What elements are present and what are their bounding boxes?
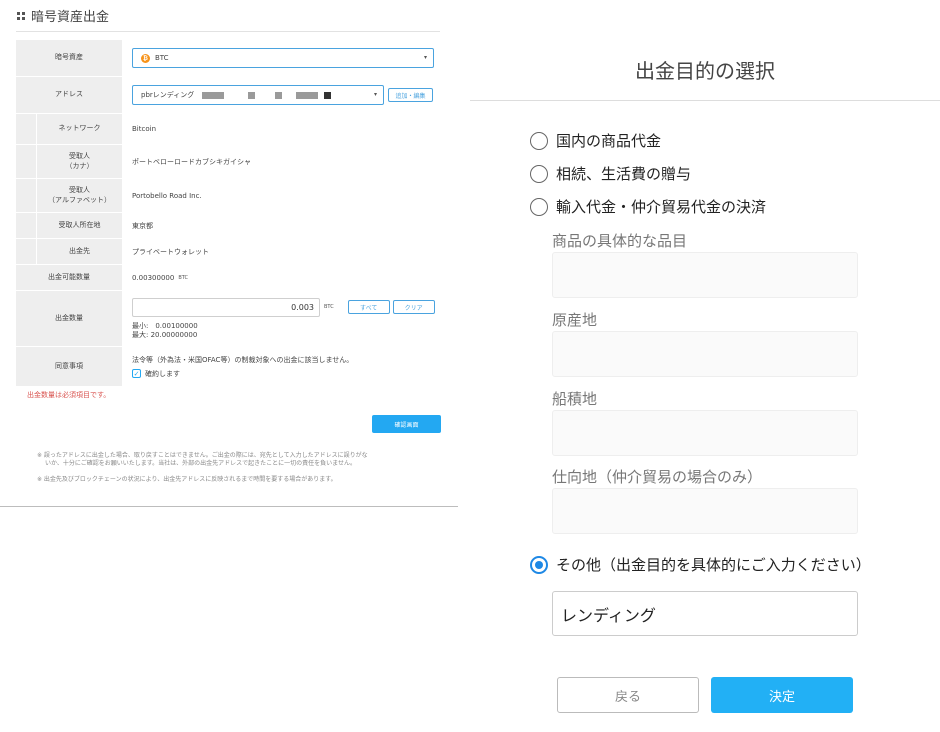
available-value: 0.00300000 <box>132 273 175 282</box>
recipient-kana-row: 受取人 （カナ） ポートベローロードカブシキガイシャ <box>16 145 440 179</box>
chevron-down-icon: ▾ <box>373 91 377 98</box>
consent-check-label: 確約します <box>145 369 180 378</box>
amount-row: 出金数量 0.003 BTC すべて クリア 最小: 0.00100000 最大… <box>16 291 440 347</box>
option-import-trade[interactable]: 輸入代金・仲介貿易代金の決済 <box>530 196 766 217</box>
error-message: 出金数量は必須項目です。 <box>27 391 111 399</box>
consent-row: 同意事項 法令等（外為法・米国OFAC等）の制裁対象への出金に該当しません。 ✓… <box>16 347 440 387</box>
amount-value: 0.003 <box>291 302 314 312</box>
field-origin-input[interactable] <box>552 331 858 377</box>
consent-checkbox[interactable]: ✓ 確約します <box>132 369 180 379</box>
clear-button[interactable]: クリア <box>392 300 435 315</box>
field-item-input[interactable] <box>552 252 858 298</box>
warning-note-1-line2: いか、十分にご確認をお願いいたします。当社は、外部の出金先アドレスで起きたことに… <box>45 460 356 468</box>
redacted-block <box>248 91 256 99</box>
other-purpose-value: レンディング <box>561 605 656 625</box>
warning-note-1: ※ 誤ったアドレスに出金した場合、取り戻すことはできません。ご出金の際には、宛先… <box>37 452 427 468</box>
network-value: Bitcoin <box>132 125 157 133</box>
page-title: 暗号資産出金 <box>17 6 109 25</box>
amount-label: 出金数量 <box>16 291 122 346</box>
recipient-alpha-row: 受取人 （アルファベット） Portobello Road Inc. <box>16 179 440 213</box>
redacted-block <box>324 91 332 99</box>
field-shipping-input[interactable] <box>552 410 858 456</box>
btc-icon: ₿ <box>141 53 150 63</box>
field-origin-label: 原産地 <box>552 311 598 329</box>
asset-value: BTC <box>155 54 169 62</box>
field-item-label: 商品の具体的な品目 <box>552 232 688 250</box>
option-domestic-goods-label: 国内の商品代金 <box>556 132 662 150</box>
option-other-label: その他（出金目的を具体的にご入力ください） <box>556 556 871 574</box>
all-button[interactable]: すべて <box>347 300 390 315</box>
field-shipping-label: 船積地 <box>552 390 598 408</box>
asset-label: 暗号資産 <box>16 40 122 76</box>
asset-row: 暗号資産 ₿ BTC ▾ <box>16 40 440 77</box>
destination-row: 出金先 プライベートウォレット <box>16 239 440 265</box>
radio-icon[interactable] <box>530 131 548 150</box>
warning-note-2: ※ 出金先及びブロックチェーンの状況により、出金先アドレスに反映されるまで時間を… <box>37 476 337 483</box>
field-destination-label: 仕向地（仲介貿易の場合のみ） <box>552 468 763 486</box>
amount-unit: BTC <box>324 304 334 311</box>
option-other[interactable]: その他（出金目的を具体的にご入力ください） <box>530 554 871 575</box>
consent-text: 法令等（外為法・米国OFAC等）の制裁対象への出金に該当しません。 <box>132 355 354 364</box>
title-divider <box>16 31 440 32</box>
option-domestic-goods[interactable]: 国内の商品代金 <box>530 130 661 151</box>
asset-select[interactable]: ₿ BTC ▾ <box>132 48 434 68</box>
dialog-divider <box>470 100 940 101</box>
page-title-text: 暗号資産出金 <box>31 10 110 25</box>
redacted-block <box>202 91 225 99</box>
address-row: アドレス pbrレンディング ▾ 追加・編集 <box>16 77 440 114</box>
max-amount: 最大: 20.00000000 <box>132 330 198 339</box>
option-inheritance[interactable]: 相続、生活費の贈与 <box>530 163 691 184</box>
address-select[interactable]: pbrレンディング ▾ <box>132 85 384 105</box>
checkbox-checked-icon[interactable]: ✓ <box>132 369 141 378</box>
grid-icon <box>17 11 25 20</box>
recipient-location-label: 受取人所在地 <box>36 213 122 238</box>
redacted-block <box>296 91 319 99</box>
address-add-edit-button[interactable]: 追加・編集 <box>388 88 433 102</box>
radio-selected-icon[interactable] <box>530 555 548 574</box>
warning-note-1-line1: ※ 誤ったアドレスに出金した場合、取り戻すことはできません。ご出金の際には、宛先… <box>37 452 368 459</box>
dialog-title: 出金目的の選択 <box>635 59 775 83</box>
recipient-location-row: 受取人所在地 東京都 <box>16 213 440 239</box>
available-label: 出金可能数量 <box>16 265 122 290</box>
recipient-location-value: 東京都 <box>132 221 153 230</box>
network-label: ネットワーク <box>36 114 122 144</box>
radio-icon[interactable] <box>530 164 548 183</box>
confirm-button[interactable]: 確認画面 <box>372 415 441 433</box>
network-row: ネットワーク Bitcoin <box>16 114 440 145</box>
recipient-kana-label: 受取人 （カナ） <box>36 145 122 178</box>
consent-label: 同意事項 <box>16 347 122 386</box>
destination-label: 出金先 <box>36 239 122 264</box>
purpose-dialog: 出金目的の選択 国内の商品代金 相続、生活費の贈与 輸入代金・仲介貿易代金の決済… <box>470 0 940 732</box>
available-unit: BTC <box>178 274 188 281</box>
address-value: pbrレンディング <box>141 91 195 99</box>
radio-icon[interactable] <box>530 197 548 216</box>
option-inheritance-label: 相続、生活費の贈与 <box>556 165 692 183</box>
withdrawal-form: 暗号資産 ₿ BTC ▾ アドレス pbrレンディング ▾ 追加・編集 ネットワ… <box>16 40 440 387</box>
available-row: 出金可能数量 0.00300000 BTC <box>16 265 440 291</box>
chevron-down-icon: ▾ <box>423 54 427 61</box>
min-amount: 最小: 0.00100000 <box>132 321 198 330</box>
recipient-alpha-label: 受取人 （アルファベット） <box>36 179 122 212</box>
recipient-alpha-value: Portobello Road Inc. <box>132 191 202 200</box>
redacted-block <box>275 91 283 99</box>
withdrawal-form-panel: 暗号資産出金 暗号資産 ₿ BTC ▾ アドレス pbrレンディング ▾ 追加・… <box>0 0 458 507</box>
ok-button[interactable]: 決定 <box>711 677 853 713</box>
field-destination-input[interactable] <box>552 488 858 534</box>
back-button[interactable]: 戻る <box>557 677 699 713</box>
destination-value: プライベートウォレット <box>132 247 209 256</box>
address-label: アドレス <box>16 77 122 113</box>
option-import-trade-label: 輸入代金・仲介貿易代金の決済 <box>556 198 767 216</box>
amount-input[interactable]: 0.003 <box>132 297 320 317</box>
other-purpose-input[interactable]: レンディング <box>552 591 858 636</box>
recipient-kana-value: ポートベローロードカブシキガイシャ <box>132 157 251 166</box>
